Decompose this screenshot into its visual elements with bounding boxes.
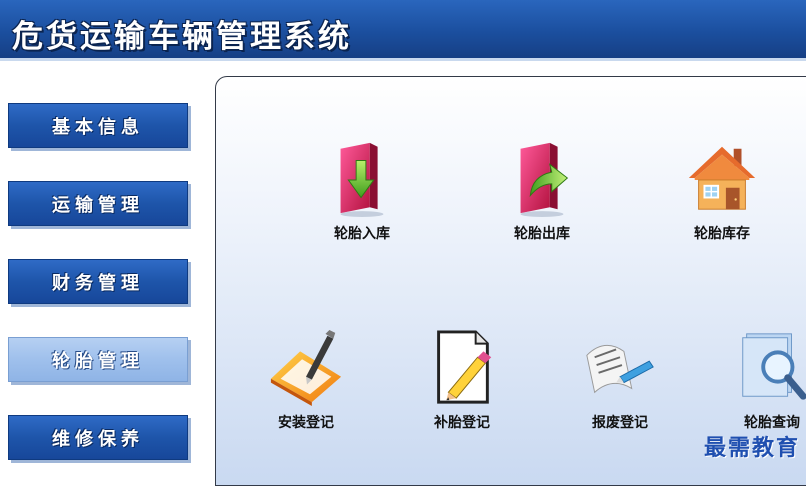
tile-tire-inbound-label: 轮胎入库 — [334, 226, 390, 242]
tile-tire-repair-register[interactable]: 补胎登记 — [402, 328, 522, 432]
app-header: 危货运输车辆管理系统 — [0, 0, 806, 61]
nav-maintenance-button[interactable]: 维修保养 — [8, 415, 188, 460]
tile-tire-inventory-label: 轮胎库存 — [694, 226, 750, 242]
tile-tire-repair-register-label: 补胎登记 — [434, 415, 490, 431]
main-panel: 轮胎入库 轮胎出库 轮胎库存 安装登记 补胎登记 报废登记 轮胎查询 — [215, 76, 806, 486]
tile-tire-query[interactable]: 轮胎查询 — [712, 328, 806, 432]
folder-in-icon — [340, 142, 384, 217]
app-title: 危货运输车辆管理系统 — [12, 19, 352, 55]
nav-transport-management-button[interactable]: 运输管理 — [8, 181, 188, 226]
tile-scrap-register[interactable]: 报废登记 — [560, 328, 680, 432]
watermark-text: 最需教育 — [703, 436, 800, 461]
tile-installation-register[interactable]: 安装登记 — [246, 328, 366, 432]
house-icon — [688, 146, 756, 210]
folder-pen-icon — [270, 329, 342, 406]
sidebar: 基本信息 运输管理 财务管理 轮胎管理 维修保养 — [0, 62, 210, 474]
tile-tire-inventory[interactable]: 轮胎库存 — [662, 139, 782, 243]
tile-installation-register-label: 安装登记 — [278, 415, 334, 431]
magnifier-icon — [742, 333, 806, 400]
nav-basic-info-button[interactable]: 基本信息 — [8, 103, 188, 148]
tile-tire-query-label: 轮胎查询 — [744, 415, 800, 431]
tile-tire-outbound[interactable]: 轮胎出库 — [482, 139, 602, 243]
document-pencil-icon — [437, 330, 492, 404]
nav-tire-management-button[interactable]: 轮胎管理 — [8, 337, 188, 382]
paper-pen-icon — [586, 345, 654, 394]
tile-tire-inbound[interactable]: 轮胎入库 — [302, 139, 422, 243]
tile-scrap-register-label: 报废登记 — [592, 415, 648, 431]
folder-out-icon — [520, 142, 569, 217]
tile-tire-outbound-label: 轮胎出库 — [514, 226, 570, 242]
nav-finance-management-button[interactable]: 财务管理 — [8, 259, 188, 304]
